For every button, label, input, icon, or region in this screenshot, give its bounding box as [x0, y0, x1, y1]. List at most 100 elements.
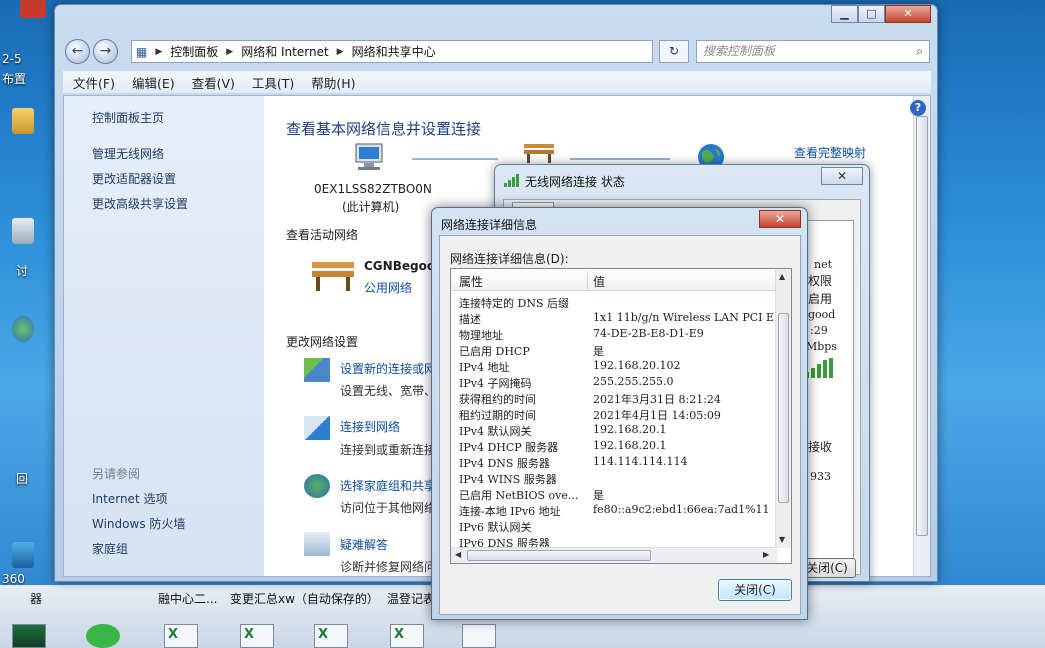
- minimize-button[interactable]: ▁: [831, 5, 858, 23]
- scrollbar-thumb[interactable]: [778, 313, 789, 503]
- connection-line: [412, 158, 498, 160]
- property-cell: 租约过期的时间: [459, 409, 536, 422]
- change-adapter-link[interactable]: 更改适配器设置: [92, 170, 176, 187]
- excel-file-icon[interactable]: [390, 624, 424, 648]
- details-list[interactable]: 属性 值 连接特定的 DNS 后缀 描述 1x1 11b/g/n Wireless …: [450, 268, 792, 564]
- table-row[interactable]: 已启用 NetBIOS ove... 是: [451, 486, 777, 502]
- excel-file-icon[interactable]: [240, 624, 274, 648]
- table-row[interactable]: IPv4 DNS 服务器 114.114.114.114: [451, 454, 777, 470]
- property-cell: IPv4 地址: [459, 361, 510, 374]
- close-button[interactable]: ✕: [759, 210, 801, 228]
- list-vertical-scrollbar[interactable]: ▲ ▼: [775, 269, 791, 548]
- excel-file-icon[interactable]: [164, 624, 198, 648]
- table-row[interactable]: IPv6 默认网关: [451, 518, 777, 534]
- table-row[interactable]: IPv4 DHCP 服务器 192.168.20.1: [451, 438, 777, 454]
- scroll-up-icon[interactable]: ▲: [779, 272, 785, 281]
- document-icon[interactable]: [462, 624, 496, 648]
- table-row[interactable]: 已启用 DHCP 是: [451, 342, 777, 358]
- table-row[interactable]: IPv4 默认网关 192.168.20.1: [451, 422, 777, 438]
- list-horizontal-scrollbar[interactable]: ◀ ▶: [451, 547, 777, 563]
- breadcrumb-item[interactable]: 控制面板: [170, 43, 218, 60]
- homegroup-sharing-link[interactable]: 选择家庭组和共享: [340, 477, 436, 494]
- refresh-button[interactable]: ↻: [659, 40, 689, 63]
- setup-connection-link[interactable]: 设置新的连接或网: [340, 360, 436, 377]
- desktop-text: 布置: [2, 72, 27, 86]
- scrollbar-thumb[interactable]: [916, 116, 928, 536]
- firewall-link[interactable]: Windows 防火墙: [92, 515, 185, 532]
- table-row[interactable]: 连接-本地 IPv6 地址 fe80::a9c2:ebd1:66ea:7ad1%1…: [451, 502, 777, 518]
- search-input[interactable]: 搜索控制面板 ⌕: [696, 40, 930, 63]
- breadcrumb-item[interactable]: 网络和 Internet: [241, 43, 328, 60]
- menu-help[interactable]: 帮助(H): [311, 73, 355, 92]
- app-icon[interactable]: [20, 0, 46, 18]
- details-close-button[interactable]: 关闭(C): [718, 579, 792, 601]
- app-icon[interactable]: [12, 624, 46, 648]
- signal-strength-icon: [805, 358, 833, 378]
- change-sharing-link[interactable]: 更改高级共享设置: [92, 195, 188, 212]
- desktop-file-label: 变更汇总xw（自动保存的）: [230, 592, 379, 606]
- column-header-property[interactable]: 属性: [459, 273, 483, 290]
- close-button[interactable]: ✕: [885, 5, 931, 23]
- search-icon[interactable]: ⌕: [916, 41, 923, 62]
- excel-file-icon[interactable]: [314, 624, 348, 648]
- maximize-button[interactable]: □: [858, 5, 885, 23]
- property-cell: 获得租约的时间: [459, 393, 536, 406]
- connection-line: [570, 158, 670, 160]
- column-divider[interactable]: [587, 271, 588, 289]
- close-button[interactable]: ✕: [821, 167, 863, 185]
- column-header-value[interactable]: 值: [593, 273, 605, 290]
- property-cell: 描述: [459, 313, 481, 326]
- wifi-signal-icon: [504, 174, 519, 187]
- address-bar[interactable]: ▦ ▶ 控制面板 ▶ 网络和 Internet ▶ 网络和共享中心: [131, 40, 653, 63]
- scroll-down-icon[interactable]: ▼: [779, 535, 785, 544]
- property-cell: IPv4 子网掩码: [459, 377, 532, 390]
- window-scrollbar[interactable]: [913, 96, 930, 576]
- table-row[interactable]: IPv4 子网掩码 255.255.255.0: [451, 374, 777, 390]
- menu-tools[interactable]: 工具(T): [252, 73, 294, 92]
- breadcrumb-item[interactable]: 网络和共享中心: [352, 43, 436, 60]
- shortcut-icon[interactable]: [12, 542, 34, 568]
- back-button[interactable]: ←: [65, 39, 90, 64]
- globe-icon[interactable]: [12, 316, 34, 342]
- scroll-right-icon[interactable]: ▶: [763, 550, 769, 559]
- table-row[interactable]: IPv4 地址 192.168.20.102: [451, 358, 777, 374]
- status-value: 933: [810, 470, 831, 483]
- connect-network-link[interactable]: 连接到网络: [340, 418, 400, 435]
- homegroup-sharing-desc: 访问位于其他网络: [340, 501, 437, 515]
- internet-options-link[interactable]: Internet 选项: [92, 490, 167, 507]
- menu-edit[interactable]: 编辑(E): [132, 73, 175, 92]
- table-row[interactable]: 租约过期的时间 2021年4月1日 14:05:09: [451, 406, 777, 422]
- wechat-icon[interactable]: [86, 624, 120, 648]
- forward-button[interactable]: →: [93, 39, 118, 64]
- address-row: ← → ▦ ▶ 控制面板 ▶ 网络和 Internet ▶ 网络和共享中心 ↻ …: [63, 38, 931, 66]
- network-type-link[interactable]: 公用网络: [364, 279, 412, 296]
- troubleshoot-link[interactable]: 疑难解答: [340, 536, 388, 553]
- chevron-right-icon: ▶: [226, 46, 234, 57]
- menu-view[interactable]: 查看(V): [192, 73, 235, 92]
- manage-wireless-link[interactable]: 管理无线网络: [92, 145, 164, 162]
- menu-file[interactable]: 文件(F): [73, 73, 115, 92]
- homegroup-icon: [304, 474, 330, 498]
- help-icon[interactable]: ?: [910, 100, 926, 116]
- control-panel-icon: ▦: [136, 44, 148, 59]
- table-row[interactable]: IPv4 WINS 服务器: [451, 470, 777, 486]
- scrollbar-thumb[interactable]: [467, 550, 651, 561]
- folder-icon[interactable]: [12, 108, 34, 134]
- control-panel-home-link[interactable]: 控制面板主页: [92, 109, 164, 126]
- property-cell: 物理地址: [459, 329, 503, 342]
- list-rows: 连接特定的 DNS 后缀 描述 1x1 11b/g/n Wireless LAN P…: [451, 294, 777, 550]
- value-cell: 是: [593, 489, 604, 502]
- full-map-link[interactable]: 查看完整映射: [794, 144, 866, 161]
- table-row[interactable]: 描述 1x1 11b/g/n Wireless LAN PCI E: [451, 310, 777, 326]
- value-cell: 114.114.114.114: [593, 455, 688, 468]
- table-row[interactable]: 获得租约的时间 2021年3月31日 8:21:24: [451, 390, 777, 406]
- computer-icon[interactable]: [12, 218, 34, 244]
- property-cell: 已启用 DHCP: [459, 345, 530, 358]
- desktop-text: 360: [2, 572, 25, 586]
- property-cell: 连接-本地 IPv6 地址: [459, 505, 561, 518]
- homegroup-link[interactable]: 家庭组: [92, 540, 128, 557]
- table-row[interactable]: 物理地址 74-DE-2B-E8-D1-E9: [451, 326, 777, 342]
- property-cell: 已启用 NetBIOS ove...: [459, 489, 579, 502]
- scroll-left-icon[interactable]: ◀: [455, 550, 461, 559]
- table-row[interactable]: 连接特定的 DNS 后缀: [451, 294, 777, 310]
